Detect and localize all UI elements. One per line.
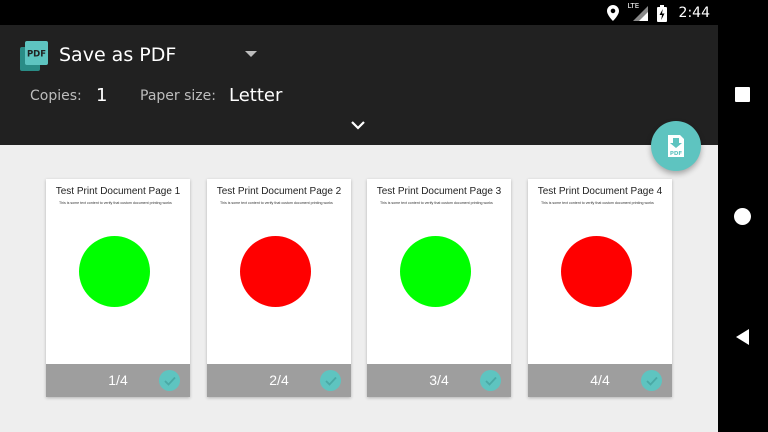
- page-preview-2[interactable]: Test Print Document Page 2 This is some …: [207, 179, 351, 397]
- page-preview-1[interactable]: Test Print Document Page 1 This is some …: [46, 179, 190, 397]
- svg-text:PDF: PDF: [27, 50, 46, 60]
- green-circle: [79, 236, 150, 307]
- page-body-text: This is some text content to verify that…: [220, 201, 333, 205]
- page-body-text: This is some text content to verify that…: [541, 201, 654, 205]
- page-body-text: This is some text content to verify that…: [380, 201, 493, 205]
- location-icon: [606, 5, 619, 21]
- arrow-drop-down-icon[interactable]: [244, 49, 258, 59]
- chevron-down-icon[interactable]: [350, 119, 366, 131]
- page-footer: 3/4: [367, 364, 511, 397]
- page-title: Test Print Document Page 1: [55, 186, 181, 197]
- battery-charging-icon: [656, 4, 667, 22]
- page-footer: 1/4: [46, 364, 190, 397]
- page-body-text: This is some text content to verify that…: [59, 201, 172, 205]
- pdf-icon: PDF: [20, 41, 48, 71]
- triangle-back-icon[interactable]: [736, 329, 749, 345]
- circle-icon[interactable]: [734, 208, 751, 225]
- status-bar: LTE 2:44: [0, 0, 718, 25]
- status-icons: LTE 2:44: [606, 2, 710, 23]
- red-circle: [240, 236, 311, 307]
- check-circle-icon[interactable]: [641, 370, 662, 391]
- paper-size-value[interactable]: Letter: [229, 85, 282, 106]
- destination-selector[interactable]: Save as PDF: [59, 44, 176, 66]
- print-options-header: PDF Save as PDF Copies: 1 Paper size: Le…: [0, 25, 718, 145]
- page-preview-4[interactable]: Test Print Document Page 4 This is some …: [528, 179, 672, 397]
- page-title: Test Print Document Page 2: [216, 186, 342, 197]
- green-circle: [400, 236, 471, 307]
- check-circle-icon[interactable]: [480, 370, 501, 391]
- page-title: Test Print Document Page 4: [537, 186, 663, 197]
- clock: 2:44: [678, 5, 710, 21]
- page-footer: 4/4: [528, 364, 672, 397]
- square-icon[interactable]: [735, 87, 750, 102]
- check-circle-icon[interactable]: [320, 370, 341, 391]
- save-pdf-fab[interactable]: PDF: [651, 121, 701, 171]
- signal-icon: LTE: [627, 2, 649, 22]
- print-preview-screen: LTE 2:44 PDF Save as PDF Copies: 1 Paper…: [0, 0, 718, 432]
- check-circle-icon[interactable]: [159, 370, 180, 391]
- page-title: Test Print Document Page 3: [376, 186, 502, 197]
- red-circle: [561, 236, 632, 307]
- copies-label: Copies:: [30, 88, 82, 104]
- navigation-bar: [718, 0, 768, 432]
- copies-value[interactable]: 1: [96, 85, 107, 106]
- pdf-download-icon: PDF: [668, 135, 684, 157]
- page-preview-3[interactable]: Test Print Document Page 3 This is some …: [367, 179, 511, 397]
- paper-size-label: Paper size:: [140, 88, 216, 104]
- page-footer: 2/4: [207, 364, 351, 397]
- svg-text:PDF: PDF: [670, 151, 683, 157]
